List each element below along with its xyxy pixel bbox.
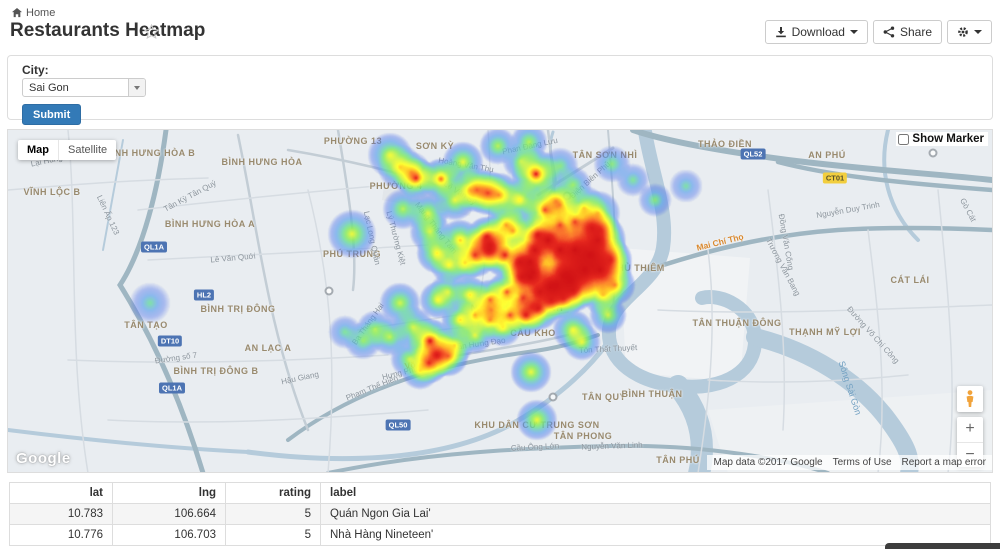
show-marker-label: Show Marker (912, 133, 984, 145)
caret-down-icon (850, 30, 858, 34)
share-button[interactable]: Share (873, 20, 942, 44)
cell-lat: 10.783 (10, 504, 113, 525)
gear-icon (957, 26, 969, 38)
table-header: latlngratinglabel (10, 483, 991, 504)
download-label: Download (792, 25, 845, 39)
map-viewport[interactable]: PHƯỜNG 13BÌNH HƯNG HÒA BBÌNH HƯNG HÒASƠN… (8, 130, 992, 472)
heatmap-canvas[interactable] (8, 130, 992, 472)
cell-lat: 10.776 (10, 525, 113, 546)
map-type-satellite-button[interactable]: Satellite (58, 140, 116, 160)
cell-lng: 106.664 (113, 504, 226, 525)
notification-bar-partial (885, 543, 1000, 549)
share-label: Share (900, 25, 932, 39)
home-icon (12, 8, 22, 18)
column-header-lng: lng (113, 483, 226, 504)
map-data-copyright: Map data ©2017 Google (713, 457, 822, 468)
header-actions: Download Share (765, 20, 992, 44)
google-logo[interactable]: Google (16, 450, 71, 467)
filter-panel: City: Sai Gon Submit (7, 55, 993, 120)
map-type-control: Map Satellite (18, 140, 116, 160)
city-select[interactable]: Sai Gon (22, 78, 146, 97)
select-arrow-icon[interactable] (128, 79, 145, 96)
table-row: 10.783106.6645Quán Ngon Gia Lai' (10, 504, 991, 525)
terms-of-use-link[interactable]: Terms of Use (833, 457, 892, 468)
cell-label: Quán Ngon Gia Lai' (321, 504, 991, 525)
cell-rating: 5 (226, 525, 321, 546)
column-header-lat: lat (10, 483, 113, 504)
show-marker-checkbox[interactable] (898, 134, 909, 145)
column-header-rating: rating (226, 483, 321, 504)
breadcrumb-home-label[interactable]: Home (26, 7, 55, 19)
table-row: 10.776106.7035Nhà Hàng Nineteen' (10, 525, 991, 546)
city-label: City: (22, 63, 49, 77)
report-map-error-link[interactable]: Report a map error (902, 457, 986, 468)
map-attribution: Map data ©2017 Google Terms of Use Repor… (707, 455, 992, 470)
results-table: latlngratinglabel 10.783106.6645Quán Ngo… (9, 482, 991, 546)
download-button[interactable]: Download (765, 20, 868, 44)
map-panel: PHƯỜNG 13BÌNH HƯNG HÒA BBÌNH HƯNG HÒASƠN… (7, 129, 993, 473)
submit-button[interactable]: Submit (22, 104, 81, 125)
cell-lng: 106.703 (113, 525, 226, 546)
favorite-star-icon[interactable] (143, 23, 160, 40)
cell-rating: 5 (226, 504, 321, 525)
map-type-map-button[interactable]: Map (18, 140, 58, 160)
show-marker-control[interactable]: Show Marker (896, 132, 988, 146)
settings-button[interactable] (947, 20, 992, 44)
city-select-value: Sai Gon (23, 82, 128, 94)
table-body: 10.783106.6645Quán Ngon Gia Lai'10.77610… (10, 504, 991, 546)
download-icon (775, 26, 787, 38)
share-icon (883, 26, 895, 38)
breadcrumb[interactable]: Home (12, 7, 55, 19)
zoom-in-button[interactable]: + (957, 417, 983, 443)
column-header-label: label (321, 483, 991, 504)
caret-down-icon (974, 30, 982, 34)
pegman-icon (964, 390, 976, 408)
page-title: Restaurants Heatmap (10, 20, 205, 42)
street-view-pegman-button[interactable] (957, 386, 983, 412)
